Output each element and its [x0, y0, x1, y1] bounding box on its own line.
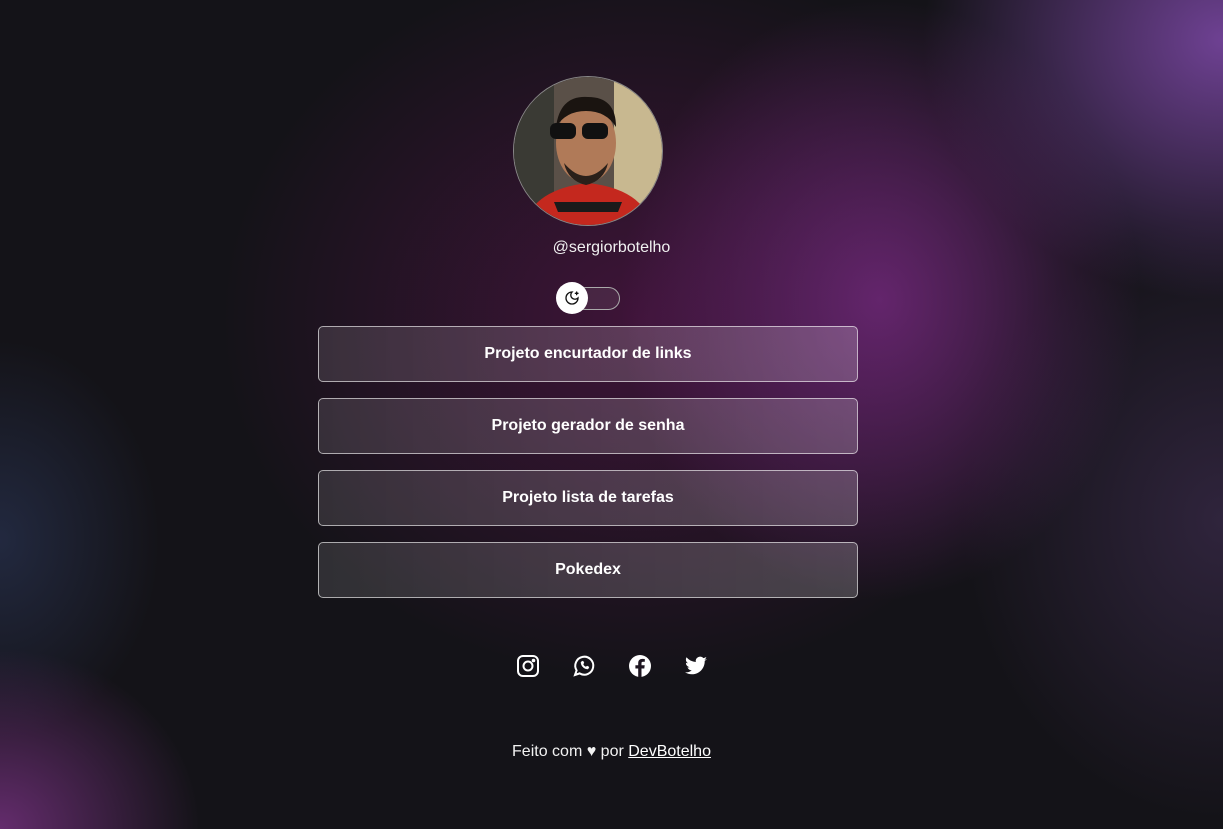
profile-handle: @sergiorbotelho	[552, 239, 671, 256]
social-links	[0, 654, 1223, 678]
link-button[interactable]: Pokedex	[318, 542, 858, 598]
avatar	[513, 76, 663, 226]
whatsapp-icon[interactable]	[572, 654, 596, 678]
footer-text: Feito com ♥ por	[512, 743, 624, 760]
toggle-knob[interactable]	[556, 282, 588, 314]
instagram-icon[interactable]	[516, 654, 540, 678]
footer: Feito com ♥ por DevBotelho	[0, 743, 1223, 761]
link-button[interactable]: Projeto lista de tarefas	[318, 470, 858, 526]
moon-stars-icon	[565, 291, 579, 305]
twitter-icon[interactable]	[684, 654, 708, 678]
link-button[interactable]: Projeto gerador de senha	[318, 398, 858, 454]
link-button[interactable]: Projeto encurtador de links	[318, 326, 858, 382]
facebook-icon[interactable]	[628, 654, 652, 678]
theme-toggle[interactable]	[556, 282, 620, 314]
links-list: Projeto encurtador de links Projeto gera…	[318, 326, 858, 614]
author-link[interactable]: DevBotelho	[628, 743, 711, 760]
